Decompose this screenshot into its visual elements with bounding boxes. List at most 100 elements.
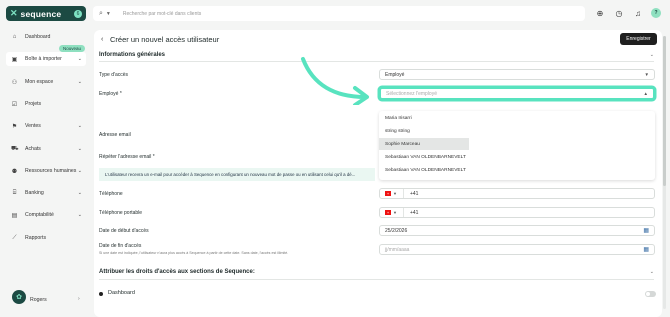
end-date-field[interactable]: jj/mm/aaaa ▦ [379, 244, 655, 255]
tag-icon: ⚑ [11, 123, 18, 130]
sidebar-item-rh[interactable]: ⚉ Ressources humaines ⌄ [6, 164, 86, 178]
user-name[interactable]: Rogers [30, 297, 47, 303]
logo-text: sequence [20, 8, 62, 19]
check-square-icon: ☑ [11, 101, 18, 108]
sidebar-item-label: Banking [25, 190, 44, 196]
sidebar-item-mon-espace[interactable]: ⚇ Mon espace ⌄ [6, 75, 86, 89]
add-icon[interactable]: ⊕ [595, 8, 605, 18]
section-rights-title[interactable]: Attribuer les droits d'accès aux section… [99, 269, 255, 275]
search-bar[interactable]: ⌕ ▼ Recherche par mot-clé dans clients [93, 6, 585, 21]
chevron-down-icon[interactable]: ▼ [393, 210, 397, 215]
sidebar-item-label: Dashboard [25, 34, 51, 40]
mobile-field[interactable]: + ▼ +41 [379, 207, 655, 218]
ledger-icon: ▤ [11, 212, 18, 219]
chevron-down-icon: ⌄ [77, 168, 82, 174]
sidebar-item-label: Mon espace [25, 79, 54, 85]
start-date-value: 25/2/2026 [385, 227, 408, 234]
inbox-icon: ▣ [11, 56, 18, 63]
telephone-label: Téléphone [99, 191, 123, 197]
sidebar-item-label: Ressources humaines [25, 168, 77, 174]
chevron-down-icon: ▼ [644, 72, 649, 77]
type-acces-select[interactable]: Employé ▼ [379, 69, 655, 80]
rights-item-dashboard: Dashboard [108, 290, 135, 296]
swiss-flag-icon: + [385, 191, 391, 196]
cart-icon: ⛟ [11, 146, 19, 152]
save-button[interactable]: Enregistrer [620, 33, 657, 45]
back-icon[interactable]: ‹ [101, 36, 103, 43]
email-label: Adresse email [99, 132, 131, 138]
logo-badge: 6 [74, 9, 82, 18]
sidebar-item-label: Achats [25, 146, 41, 152]
chevron-down-icon: ⌄ [77, 146, 82, 152]
type-acces-value: Employé [385, 71, 405, 78]
chevron-down-icon: ⌄ [77, 79, 82, 85]
sidebar-item-banking[interactable]: ⌸ Banking ⌄ [6, 186, 86, 200]
clock-icon[interactable]: ◷ [614, 8, 624, 18]
user-icon: ⚇ [11, 79, 18, 86]
search-input[interactable]: Recherche par mot-clé dans clients [123, 11, 201, 17]
logo-mark-icon: ✕ [10, 8, 18, 18]
calendar-icon[interactable]: ▦ [643, 227, 649, 234]
divider [402, 189, 404, 198]
dropdown-option[interactable]: Sebastiaan VAN OLDENBARNEVELT [379, 151, 655, 163]
chevron-right-icon[interactable]: › [78, 296, 80, 302]
employe-label: Employé * [99, 91, 122, 97]
chevron-down-icon: ⌄ [77, 212, 82, 218]
start-date-label: Date de début d'accès [99, 228, 149, 234]
sidebar-item-inbox[interactable]: ▣ Boîte à importer ⌄ [6, 52, 86, 66]
chevron-down-icon[interactable]: ▼ [106, 11, 111, 17]
dropdown-option-highlighted[interactable]: Sophie Marceau [379, 138, 469, 150]
new-badge: Nouveau [59, 45, 86, 52]
chevron-down-icon: ⌄ [77, 56, 82, 62]
sidebar-item-comptabilite[interactable]: ▤ Comptabilité ⌄ [6, 208, 86, 222]
chevron-down-icon[interactable]: ▼ [393, 191, 397, 196]
bullet-dot [99, 292, 103, 296]
telephone-field[interactable]: + ▼ +41 [379, 188, 655, 199]
chevron-down-icon: ⌄ [77, 190, 82, 196]
sidebar-item-ventes[interactable]: ⚑ Ventes ⌄ [6, 119, 86, 133]
repeat-email-label: Répéter l'adresse email * [99, 154, 155, 160]
start-date-field[interactable]: 25/2/2026 ▦ [379, 225, 655, 236]
dropdown-option[interactable]: Sebastiaan VAN OLDENBARNEVELT [379, 164, 655, 176]
sidebar-item-label: Comptabilité [25, 212, 54, 218]
help-icon[interactable]: ? [651, 8, 661, 18]
home-icon: ⌂ [12, 34, 17, 40]
chevron-down-icon[interactable]: ⌄ [650, 269, 654, 275]
avatar[interactable]: ✿ [12, 290, 26, 304]
bank-icon: ⌸ [12, 189, 17, 196]
sidebar-item-rapports[interactable]: ⟋ Rapports [6, 231, 86, 245]
employe-select[interactable]: Sélectionnez l'employé ▲ [379, 87, 655, 100]
sidebar-item-label: Boîte à importer [25, 56, 62, 62]
type-acces-label: Type d'accès [99, 72, 129, 78]
app-logo[interactable]: ✕ sequence 6 [6, 6, 86, 21]
bell-icon[interactable]: ♫ [633, 8, 643, 18]
page-title: Créer un nouvel accès utilisateur [110, 35, 220, 44]
sidebar-item-dashboard[interactable]: ⌂ Dashboard [6, 30, 86, 44]
sidebar: ⌂ Dashboard ▣ Boîte à importer ⌄ ⚇ Mon e… [0, 27, 90, 317]
end-date-placeholder: jj/mm/aaaa [385, 246, 410, 253]
divider [99, 279, 654, 280]
sidebar-item-achats[interactable]: ⛟ Achats ⌄ [6, 142, 86, 156]
sidebar-item-label: Rapports [25, 235, 47, 241]
search-icon: ⌕ [99, 9, 103, 17]
arrow-curve [301, 57, 367, 99]
telephone-prefix[interactable]: +41 [410, 191, 649, 197]
people-icon: ⚉ [11, 168, 18, 175]
section-general-title[interactable]: Informations générales [99, 52, 165, 58]
swiss-flag-icon: + [385, 210, 391, 215]
divider [402, 208, 404, 217]
sidebar-item-projets[interactable]: ☑ Projets [6, 97, 86, 111]
dropdown-option[interactable]: Maria Irisarri [379, 112, 655, 124]
divider [99, 61, 654, 62]
employe-dropdown: Maria Irisarri string string Sophie Marc… [379, 111, 655, 180]
scrollbar-thumb[interactable] [663, 36, 666, 186]
chevron-up-icon: ▲ [643, 91, 648, 96]
dashboard-toggle[interactable] [645, 291, 656, 297]
dropdown-option[interactable]: string string [379, 125, 655, 137]
sidebar-item-label: Ventes [25, 123, 41, 129]
calendar-icon[interactable]: ▦ [643, 246, 649, 253]
info-banner: L'utilisateur recevra un e-mail pour acc… [99, 168, 375, 181]
chevron-down-icon[interactable]: ⌄ [650, 52, 654, 58]
annotation-arrow [301, 57, 369, 105]
mobile-prefix[interactable]: +41 [410, 210, 649, 216]
